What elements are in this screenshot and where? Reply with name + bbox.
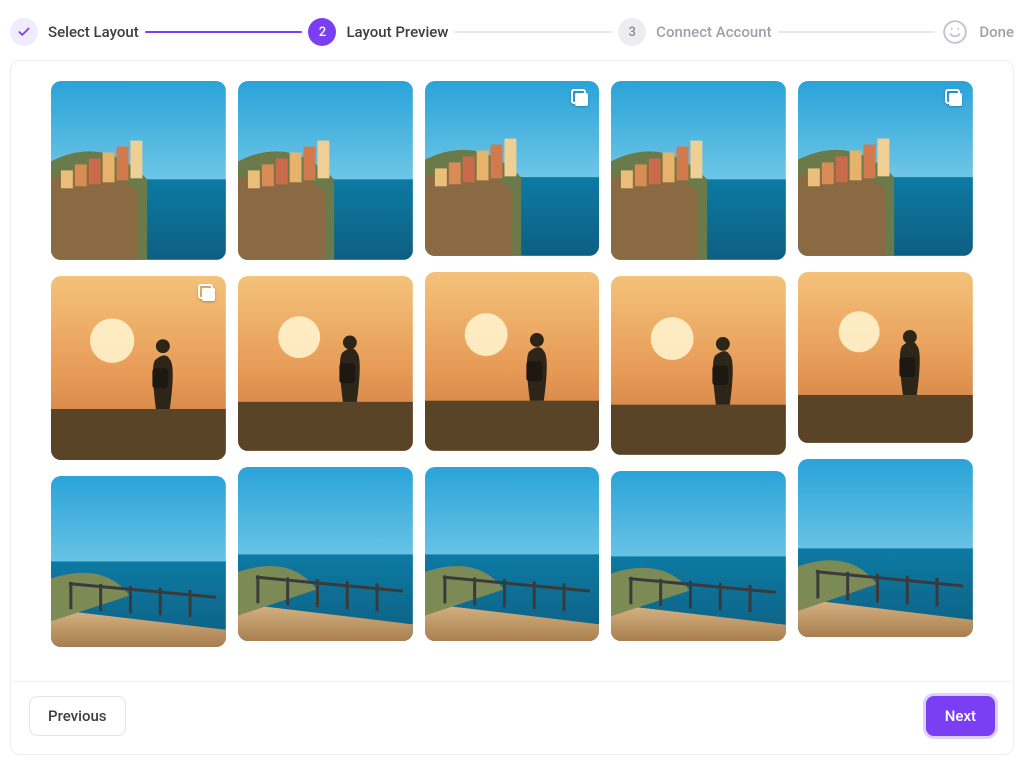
gallery-tile[interactable]	[798, 459, 973, 638]
gallery-tile[interactable]	[611, 471, 786, 642]
carousel-icon	[571, 89, 591, 109]
gallery-tile[interactable]	[611, 276, 786, 455]
step-layout-preview[interactable]: 2 Layout Preview	[308, 18, 448, 46]
gallery-tile[interactable]	[611, 81, 786, 260]
gallery-tile[interactable]	[238, 276, 413, 451]
step-label: Select Layout	[48, 23, 139, 41]
smile-icon	[941, 18, 969, 46]
wizard-stepper: Select Layout 2 Layout Preview 3 Connect…	[0, 0, 1024, 60]
gallery-tile[interactable]	[238, 467, 413, 642]
gallery-tile[interactable]	[51, 276, 226, 461]
gallery-tile[interactable]	[425, 81, 600, 256]
carousel-icon	[945, 89, 965, 109]
gallery-tile[interactable]	[798, 81, 973, 256]
gallery-tile[interactable]	[425, 272, 600, 451]
gallery-tile[interactable]	[238, 81, 413, 260]
step-number-badge: 2	[308, 18, 336, 46]
layout-preview-gallery	[51, 81, 973, 663]
preview-panel: Previous Next	[10, 60, 1014, 755]
gallery-tile[interactable]	[798, 272, 973, 443]
step-connector	[454, 31, 612, 33]
step-label: Connect Account	[656, 23, 771, 41]
step-connector	[778, 31, 936, 33]
gallery-scroll-area[interactable]	[11, 61, 1013, 681]
check-icon	[10, 18, 38, 46]
step-done: Done	[941, 18, 1014, 46]
gallery-tile[interactable]	[51, 81, 226, 260]
step-number-badge: 3	[618, 18, 646, 46]
carousel-icon	[198, 284, 218, 304]
step-connect-account[interactable]: 3 Connect Account	[618, 18, 771, 46]
step-label: Layout Preview	[346, 23, 448, 41]
step-connector	[145, 31, 303, 33]
next-button[interactable]: Next	[926, 696, 995, 736]
wizard-footer: Previous Next	[11, 681, 1013, 754]
step-select-layout[interactable]: Select Layout	[10, 18, 139, 46]
gallery-tile[interactable]	[425, 467, 600, 642]
step-label: Done	[979, 23, 1014, 41]
gallery-tile[interactable]	[51, 476, 226, 647]
previous-button[interactable]: Previous	[29, 696, 126, 736]
